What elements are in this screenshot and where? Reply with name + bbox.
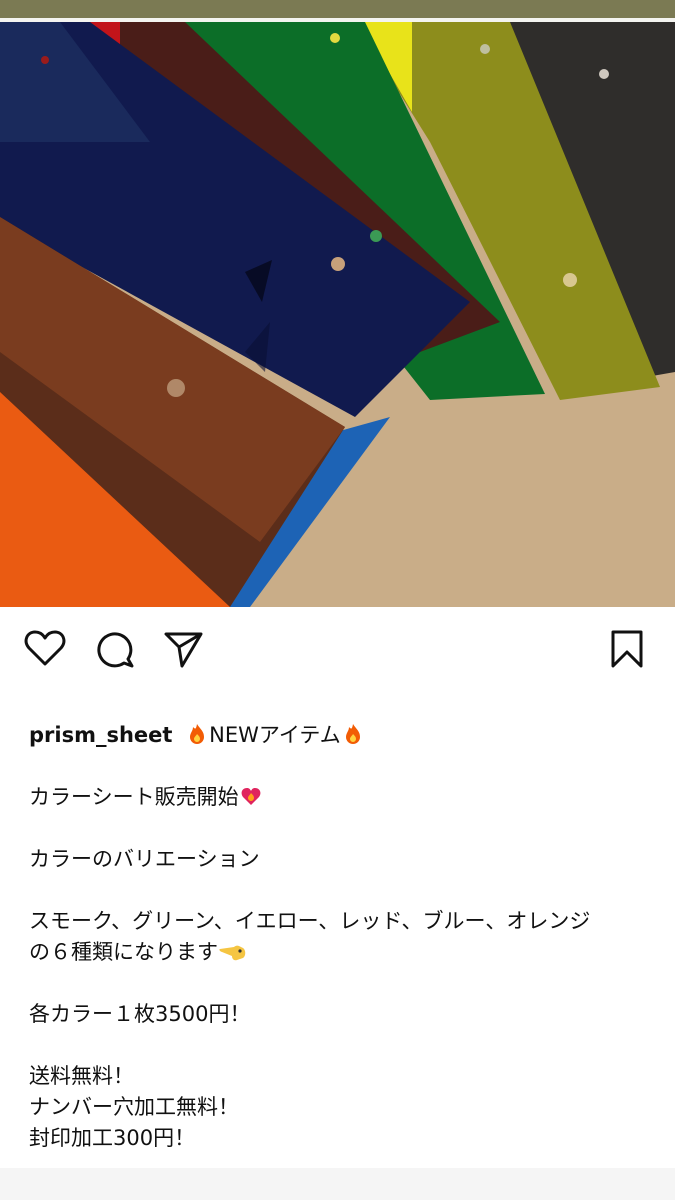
pointing-hand-icon bbox=[219, 945, 246, 961]
username[interactable]: prism_sheet bbox=[29, 723, 172, 747]
send-icon[interactable] bbox=[163, 629, 205, 669]
comment-icon[interactable] bbox=[95, 629, 135, 669]
bookmark-icon[interactable] bbox=[610, 629, 644, 669]
caption-line: ナンバー穴加工無料！ bbox=[29, 1095, 239, 1119]
caption-header: prism_sheet NEWアイテム bbox=[29, 720, 649, 751]
caption-line: 封印加工300円！ bbox=[29, 1126, 196, 1150]
caption-line: 送料無料！ bbox=[29, 1064, 134, 1088]
post-photo[interactable] bbox=[0, 22, 675, 607]
caption-headline: NEWアイテム bbox=[209, 723, 341, 747]
bottom-bar bbox=[0, 1168, 675, 1200]
post-caption: prism_sheet NEWアイテム カラーシート販売開始 カラーのバリエーシ… bbox=[29, 720, 649, 1154]
caption-line: スモーク、グリーン、イエロー、レッド、ブルー、オレンジ bbox=[29, 909, 591, 933]
color-sheets-image bbox=[0, 22, 675, 607]
fire-icon bbox=[190, 724, 205, 744]
caption-line: カラーシート販売開始 bbox=[29, 782, 649, 813]
heart-icon[interactable] bbox=[24, 629, 66, 667]
post-actions bbox=[0, 607, 675, 692]
heart-on-fire-icon bbox=[241, 788, 261, 805]
caption-line: 各カラー１枚3500円！ bbox=[29, 1002, 251, 1026]
caption-line: カラーのバリエーション bbox=[29, 847, 260, 871]
fire-icon bbox=[345, 724, 360, 744]
caption-line: の６種類になります bbox=[29, 937, 649, 968]
top-bar bbox=[0, 0, 675, 18]
